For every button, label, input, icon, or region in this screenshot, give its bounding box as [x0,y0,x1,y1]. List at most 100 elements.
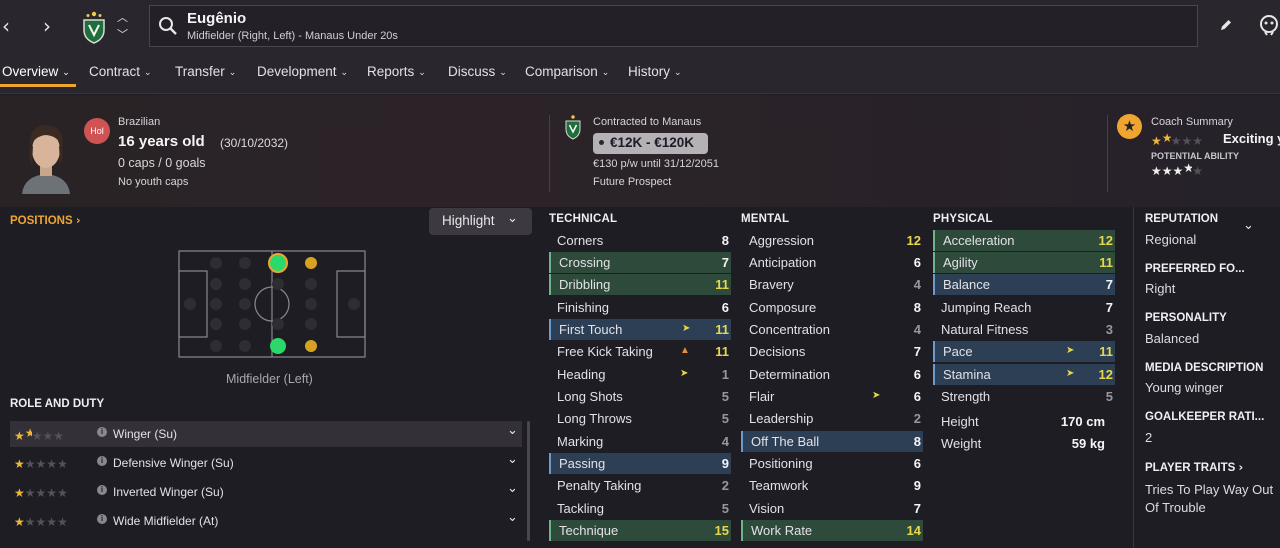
tab-reports[interactable]: Reports ⌄ [367,64,426,79]
attr-value: 4 [721,434,729,449]
chevron-down-icon[interactable]: ⌄ [507,452,518,467]
club-badge-small-icon[interactable] [564,114,582,140]
attr-row[interactable]: Natural Fitness 3 [933,319,1115,340]
attr-row[interactable]: Off The Ball 8 [741,431,923,452]
attr-row[interactable]: Anticipation 6 [741,252,923,273]
attr-name: Natural Fitness [941,322,1029,337]
attr-row[interactable]: Composure 8 [741,297,923,318]
attr-row[interactable]: Heading ➤ 1 [549,364,731,385]
info-icon[interactable]: i [97,427,107,437]
attr-row[interactable]: Leadership 2 [741,408,923,429]
attr-row[interactable]: Marking 4 [549,431,731,452]
progress-arrow-icon: ➤ [682,323,691,334]
attr-row[interactable]: Free Kick Taking ▲ 11 [549,341,731,362]
coach-summary-text: Exciting y [1223,131,1280,146]
star-empty-icon: ★ [46,457,58,471]
role-row-winger[interactable]: ★★★★★ i Winger (Su) ⌄ [10,421,522,447]
preferred-foot-title: PREFERRED FO... [1145,263,1245,275]
attr-row[interactable]: First Touch ➤ 11 [549,319,731,340]
info-icon[interactable]: i [97,485,107,495]
role-label: Winger (Su) [113,427,178,441]
attr-row[interactable]: Tackling 5 [549,498,731,519]
tab-development[interactable]: Development ⌄ [257,64,348,79]
player-traits-link[interactable]: PLAYER TRAITS › [1145,460,1243,474]
player-face-menu-icon[interactable] [1259,14,1279,36]
role-label: Defensive Winger (Su) [113,456,234,470]
nationality[interactable]: Brazilian [118,116,160,128]
contract-label[interactable]: Contracted to Manaus [593,116,701,128]
chevron-down-icon[interactable]: ⌄ [507,481,518,496]
attr-row[interactable]: Work Rate 14 [741,520,923,541]
role-rating-stars: ★★★★★ [14,513,68,531]
tab-contract[interactable]: Contract ⌄ [89,64,152,79]
player-search-box[interactable]: Eugênio Midfielder (Right, Left) - Manau… [149,5,1198,47]
attr-row[interactable]: Technique 15 [549,520,731,541]
attr-name: Pace [943,344,973,359]
role-list-scrollbar[interactable] [527,421,530,541]
attr-name: Agility [943,255,978,270]
role-row-defensive-winger[interactable]: ★★★★★ i Defensive Winger (Su) ⌄ [10,450,522,476]
tag-hole-icon [599,140,604,145]
attr-row[interactable]: Agility 11 [933,252,1115,273]
info-icon[interactable]: i [97,514,107,524]
pitch-diagram [178,250,366,358]
tab-comparison[interactable]: Comparison ⌄ [525,64,609,79]
attr-row[interactable]: Acceleration 12 [933,230,1115,251]
chevron-down-icon[interactable]: ﹀ [117,26,128,42]
tab-history[interactable]: History ⌄ [628,64,682,79]
attr-row[interactable]: Aggression 12 [741,230,923,251]
attr-name: Balance [943,277,990,292]
coach-summary-label[interactable]: Coach Summary [1151,116,1233,128]
attr-row[interactable]: Decisions 7 [741,341,923,362]
forward-arrow-icon[interactable]: › [43,14,51,38]
attr-row[interactable]: Bravery 4 [741,274,923,295]
tab-transfer[interactable]: Transfer ⌄ [175,64,236,79]
tab-transfer-label: Transfer [175,64,225,79]
back-arrow-icon[interactable]: ‹ [2,14,10,38]
info-icon[interactable]: i [97,456,107,466]
star-full-icon: ★ [14,457,25,471]
attr-row[interactable]: Passing 9 [549,453,731,474]
chevron-down-icon[interactable]: ⌄ [507,510,518,525]
attr-value: 4 [913,277,921,292]
top-bar: ‹ › ︿ ﹀ Eugênio Midfielder (Right, Left)… [0,0,1280,54]
nation-badge[interactable]: Hol [84,118,110,144]
chevron-up-icon[interactable]: ︿ [117,9,128,25]
attr-row[interactable]: Penalty Taking 2 [549,475,731,496]
highlight-dropdown[interactable]: Highlight ⌄ [429,208,532,235]
attr-row[interactable]: Vision 7 [741,498,923,519]
attr-row[interactable]: Long Shots 5 [549,386,731,407]
edit-pencil-icon[interactable] [1219,18,1233,32]
attr-row[interactable]: Concentration 4 [741,319,923,340]
attr-row[interactable]: Flair ➤ 6 [741,386,923,407]
attr-row[interactable]: Dribbling 11 [549,274,731,295]
attr-name: Determination [749,367,830,382]
role-row-inverted-winger[interactable]: ★★★★★ i Inverted Winger (Su) ⌄ [10,479,522,505]
tab-discuss[interactable]: Discuss ⌄ [448,64,507,79]
tab-overview-label: Overview [2,64,59,79]
attr-row[interactable]: Teamwork 9 [741,475,923,496]
chevron-down-icon[interactable]: ⌄ [507,423,518,438]
chevron-down-icon[interactable]: ⌄ [1243,218,1254,233]
attr-row[interactable]: Finishing 6 [549,297,731,318]
chevron-right-icon: › [75,213,81,227]
attr-row[interactable]: Positioning 6 [741,453,923,474]
player-age: 16 years old [118,133,205,150]
contract-status: Future Prospect [593,176,672,188]
attr-row[interactable]: Stamina ➤ 12 [933,364,1115,385]
attr-row[interactable]: Strength 5 [933,386,1115,407]
attr-row[interactable]: Long Throws 5 [549,408,731,429]
role-row-wide-midfielder[interactable]: ★★★★★ i Wide Midfielder (At) ⌄ [10,508,522,534]
attr-row[interactable]: Pace ➤ 11 [933,341,1115,362]
physical-title: PHYSICAL [933,213,993,225]
attr-value: 6 [913,389,921,404]
attr-row[interactable]: Balance 7 [933,274,1115,295]
positions-link[interactable]: POSITIONS › [10,213,81,227]
attr-row[interactable]: Corners 8 [549,230,731,251]
club-badge-icon[interactable] [81,10,107,44]
tab-overview[interactable]: Overview ⌄ [2,64,70,79]
attr-row[interactable]: Determination 6 [741,364,923,385]
attr-row[interactable]: Crossing 7 [549,252,731,273]
attr-row[interactable]: Jumping Reach 7 [933,297,1115,318]
player-portrait [22,125,70,194]
